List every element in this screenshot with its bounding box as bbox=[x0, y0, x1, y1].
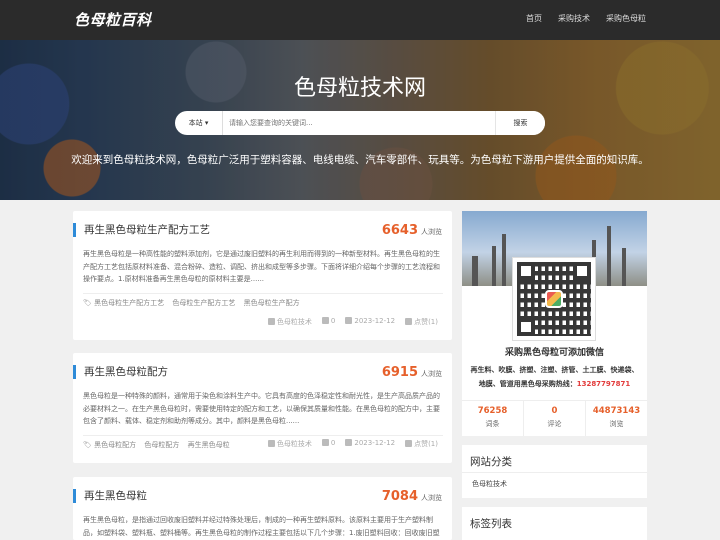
comment-icon bbox=[321, 439, 329, 446]
tag-icon: 🏷 bbox=[83, 441, 92, 449]
like-button[interactable]: 点赞(1) bbox=[405, 439, 438, 449]
comment-icon bbox=[321, 317, 329, 324]
stat-views: 44873143 浏览 bbox=[592, 406, 641, 428]
article-title[interactable]: 再生黑色母粒 bbox=[73, 489, 147, 503]
top-nav: 色母粒百科 首页 采购技术 采购色母粒 bbox=[0, 0, 720, 40]
clock-icon bbox=[345, 317, 353, 324]
contact-title: 采购黑色母粒可添加微信 bbox=[504, 348, 604, 358]
meta-comments[interactable]: 0 bbox=[321, 317, 335, 327]
nav-links: 首页 采购技术 采购色母粒 bbox=[526, 13, 646, 24]
hero-description: 欢迎来到色母粒技术网，色母粒广泛用于塑料容器、电线电缆、汽车零部件、玩具等。为色… bbox=[71, 154, 649, 166]
article-meta: 色母粒技术 0 2023-12-12 点赞(1) bbox=[267, 317, 438, 327]
article-title[interactable]: 再生黑色母粒配方 bbox=[73, 365, 168, 379]
search-input[interactable] bbox=[225, 111, 495, 135]
meta-category[interactable]: 色母粒技术 bbox=[267, 317, 312, 327]
contact-card: 采购黑色母粒可添加微信 再生料、吹膜、挤塑、注塑、挤管、土工膜、快递袋、地膜、管… bbox=[462, 211, 647, 436]
phone-number[interactable]: 13287797871 bbox=[577, 380, 631, 388]
search-bar: 本站 ▾ 搜索 bbox=[175, 111, 545, 135]
tag-link[interactable]: 黑色母粒配方 bbox=[94, 441, 136, 449]
stat-entries: 76258 词条 bbox=[462, 401, 524, 436]
folder-icon bbox=[267, 318, 275, 325]
meta-comments[interactable]: 0 bbox=[321, 439, 335, 449]
article-card: 再生黑色母粒 7084 人浏览 再生黑色母粒，是指通过回收废旧塑料并经过特殊处理后… bbox=[73, 477, 452, 540]
article-card: 再生黑色母粒生产配方工艺 6643 人浏览 再生黑色母粒是一种高性能的塑料添加剂，… bbox=[73, 211, 452, 340]
stat-comments: 0 评论 bbox=[524, 401, 586, 436]
article-views: 6643 人浏览 bbox=[381, 223, 442, 238]
tag-icon: 🏷 bbox=[83, 299, 92, 307]
article-excerpt: 再生黑色母粒，是指通过回收废旧塑料并经过特殊处理后，制成的一种再生塑料原料。该原… bbox=[83, 516, 440, 537]
contact-description: 再生料、吹膜、挤塑、注塑、挤管、土工膜、快递袋、地膜、管道用黑色母采购热线：13… bbox=[470, 366, 639, 388]
caret-down-icon: ▾ bbox=[204, 119, 209, 127]
thumb-up-icon bbox=[405, 440, 413, 447]
tags-widget: 标签列表 bbox=[462, 507, 647, 540]
hero-banner: 色母粒技术网 本站 ▾ 搜索 欢迎来到色母粒技术网，色母粒广泛用于塑料容器、电线… bbox=[0, 40, 720, 200]
hero-title: 色母粒技术网 bbox=[293, 76, 426, 101]
wechat-qr-code bbox=[513, 258, 595, 340]
article-card: 再生黑色母粒配方 6915 人浏览 黑色母粒是一种特殊的颜料，通常用于染色和涂料生… bbox=[73, 353, 452, 463]
article-tags: 🏷 黑色母粒生产配方工艺 色母粒生产配方工艺 黑色母粒生产配方 bbox=[83, 293, 443, 308]
category-widget: 网站分类 色母粒技术 bbox=[462, 445, 647, 498]
article-meta: 色母粒技术 0 2023-12-12 点赞(1) bbox=[267, 439, 438, 449]
tag-link[interactable]: 色母粒生产配方工艺 bbox=[172, 299, 235, 307]
meta-date: 2023-12-12 bbox=[345, 439, 395, 449]
qr-logo-icon bbox=[545, 290, 563, 308]
category-link[interactable]: 色母粒技术 bbox=[472, 479, 507, 489]
search-button[interactable]: 搜索 bbox=[495, 111, 545, 135]
tag-link[interactable]: 再生黑色母粒 bbox=[188, 441, 230, 449]
folder-icon bbox=[267, 440, 275, 447]
tag-link[interactable]: 黑色母粒生产配方工艺 bbox=[94, 299, 164, 307]
nav-link-home[interactable]: 首页 bbox=[526, 13, 542, 24]
article-excerpt: 黑色母粒是一种特殊的颜料，通常用于染色和涂料生产中。它具有高度的色泽稳定性和耐光… bbox=[83, 392, 440, 425]
article-title[interactable]: 再生黑色母粒生产配方工艺 bbox=[73, 223, 210, 237]
like-button[interactable]: 点赞(1) bbox=[405, 317, 438, 327]
article-views: 6915 人浏览 bbox=[381, 365, 442, 380]
meta-category[interactable]: 色母粒技术 bbox=[267, 439, 312, 449]
site-stats: 76258 词条 0 评论 44873143 浏览 bbox=[462, 400, 647, 436]
clock-icon bbox=[345, 439, 353, 446]
nav-link-buy[interactable]: 采购色母粒 bbox=[606, 13, 646, 24]
thumb-up-icon bbox=[405, 318, 413, 325]
search-scope-select[interactable]: 本站 ▾ bbox=[175, 111, 223, 135]
meta-date: 2023-12-12 bbox=[345, 317, 395, 327]
widget-title: 网站分类 bbox=[470, 456, 512, 468]
tag-link[interactable]: 黑色母粒生产配方 bbox=[244, 299, 300, 307]
site-logo[interactable]: 色母粒百科 bbox=[74, 9, 152, 30]
nav-link-tech[interactable]: 采购技术 bbox=[558, 13, 590, 24]
article-views: 7084 人浏览 bbox=[381, 489, 442, 504]
widget-title: 标签列表 bbox=[470, 518, 512, 530]
tag-link[interactable]: 色母粒配方 bbox=[144, 441, 179, 449]
